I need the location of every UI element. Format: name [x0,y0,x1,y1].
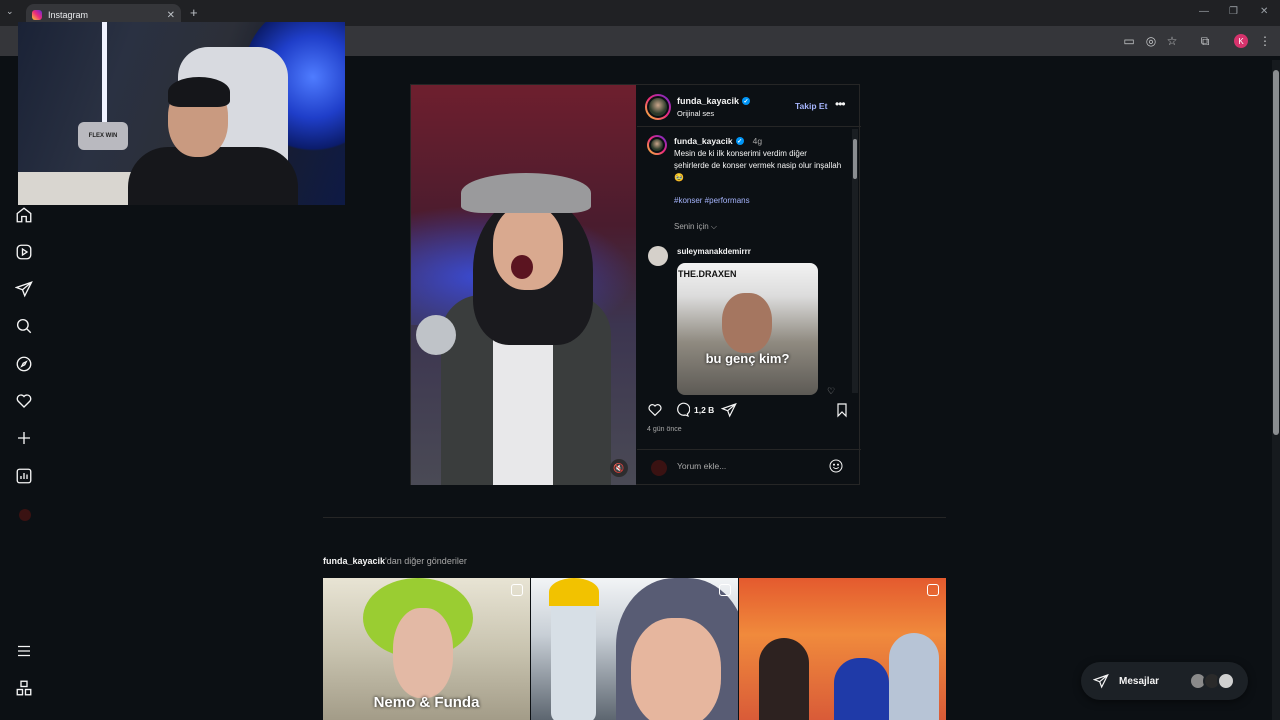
explore-icon[interactable] [14,354,34,374]
comment-like-icon[interactable]: ♡ [827,386,835,395]
post-actions: 1,2 B [637,401,861,425]
gif-title: THE.DRAXEN [678,269,737,279]
reel-icon [927,584,939,596]
post-card: 🔇 funda_kayacik ✓ Orijinal ses Takip Et … [410,84,861,485]
install-app-icon[interactable]: ▭ [1122,34,1136,48]
create-icon[interactable] [14,428,34,448]
more-post-thumbnail[interactable] [531,578,738,720]
post-header: funda_kayacik ✓ Orijinal ses Takip Et ••… [637,85,861,127]
author-username-text[interactable]: funda_kayacik [677,96,739,106]
maximize-button[interactable]: ❐ [1229,6,1238,17]
more-posts-suffix: 'dan diğer gönderiler [385,556,467,566]
gif-caption: bu genç kim? [705,351,790,366]
like-icon[interactable] [646,401,664,419]
caption-text: Mesin de ki ilk konserimi verdim diğer ş… [674,149,842,182]
thumbnail-caption: Nemo & Funda [373,694,480,711]
message-avatar [1217,672,1235,690]
profile-avatar[interactable] [19,509,31,521]
messages-label: Mesajlar [1119,675,1160,687]
page-scrollbar[interactable] [1272,60,1280,720]
caption-username-text[interactable]: funda_kayacik [674,136,733,146]
comments-scroll-thumb[interactable] [853,139,857,179]
more-posts-username[interactable]: funda_kayacik [323,556,385,566]
tab-title: Instagram [48,10,89,20]
section-divider [323,517,946,518]
commenter-avatar[interactable] [648,246,668,266]
search-icon[interactable] [14,316,34,336]
caption-time: 4g [752,136,763,146]
browser-menu-icon[interactable]: ⋮ [1258,34,1272,48]
caption-avatar[interactable] [647,135,667,155]
insights-icon[interactable] [14,466,34,486]
tab-close-icon[interactable]: ✕ [167,10,175,21]
minimize-button[interactable]: — [1199,6,1209,17]
audio-label[interactable]: Orijinal ses [677,109,714,118]
more-posts-heading: funda_kayacik'dan diğer gönderiler [323,556,467,566]
post-side-panel: funda_kayacik ✓ Orijinal ses Takip Et ••… [637,85,861,485]
close-window-button[interactable]: ✕ [1260,6,1268,17]
comment-icon[interactable] [673,401,691,419]
apps-icon[interactable] [14,678,34,698]
follow-button[interactable]: Takip Et [795,101,827,111]
heart-icon[interactable] [14,391,34,411]
direct-icon [1093,673,1109,689]
extensions-icon[interactable]: ⧉ [1198,34,1212,48]
caption-hashtags[interactable]: #konser #performans [674,196,750,205]
eye-off-icon[interactable]: ◎ [1144,34,1158,48]
author-avatar[interactable] [645,94,671,120]
caption-username[interactable]: funda_kayacik ✓ 4g [674,136,762,146]
reels-icon[interactable] [14,242,34,262]
commenter-username[interactable]: suleymanakdemirrr [677,247,751,256]
pillow-text: FLEX WIN [78,122,128,150]
bookmark-star-icon[interactable]: ☆ [1165,34,1179,48]
author-username[interactable]: funda_kayacik ✓ [677,96,751,106]
current-user-avatar [651,460,667,476]
reel-icon [719,584,731,596]
verified-icon: ✓ [742,97,751,105]
comment-count: 1,2 B [694,405,715,415]
browser-profile-avatar[interactable]: K [1234,34,1248,48]
save-icon[interactable] [833,401,851,419]
share-icon[interactable] [720,401,738,419]
comment-gif: THE.DRAXEN bu genç kim? [677,263,818,395]
mute-icon[interactable]: 🔇 [610,459,628,477]
reel-icon [511,584,523,596]
add-comment-input[interactable] [677,461,817,471]
instagram-favicon-icon [32,10,42,20]
emoji-icon[interactable] [828,458,844,474]
more-post-thumbnail[interactable] [739,578,946,720]
webcam-overlay: FLEX WIN [18,22,345,205]
more-options-icon[interactable]: ••• [835,97,846,111]
new-tab-button[interactable]: + [190,5,198,20]
messages-button[interactable]: Mesajlar [1081,662,1248,700]
posted-time: 4 gün önce [647,426,682,433]
add-comment-bar [637,449,861,485]
verified-icon: ✓ [735,137,744,145]
home-icon[interactable] [14,205,34,225]
more-post-thumbnail[interactable]: Nemo & Funda [323,578,530,720]
comment-sort-dropdown[interactable]: Senin için ⌵ [674,222,717,232]
tab-search-button[interactable]: ⌄ [6,6,14,17]
comments-section[interactable]: funda_kayacik ✓ 4g Mesin de ki ilk konse… [637,127,861,395]
post-video[interactable] [411,85,636,485]
direct-icon[interactable] [14,279,34,299]
menu-icon[interactable] [14,641,34,661]
